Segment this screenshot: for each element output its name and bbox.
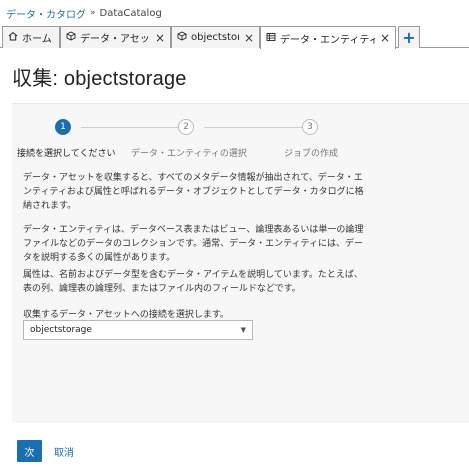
step-connector: [204, 127, 303, 128]
description-paragraph: 属性は、名前およびデータ型を含むデータ・アイテムを説明しています。たとえば、表の…: [23, 270, 363, 294]
cancel-button[interactable]: 取消: [54, 440, 74, 462]
tab-home-label: ホーム: [22, 34, 52, 45]
connection-label: 収集するデータ・アセットへの接続を選択します。: [23, 310, 229, 320]
home-icon: [7, 31, 19, 44]
step-1-indicator[interactable]: 1: [55, 119, 71, 135]
tab-data-entities-label: データ・エンティティ...: [280, 34, 375, 46]
step-2-label: データ・エンティティの選択: [131, 149, 247, 159]
connection-select[interactable]: objectstorage ▼: [23, 320, 253, 340]
close-icon[interactable]: ×: [379, 31, 391, 45]
close-icon[interactable]: ×: [243, 31, 255, 45]
step-connector: [81, 127, 180, 128]
step-1-label: 接続を選択してください: [17, 149, 116, 159]
breadcrumb-current: DataCatalog: [99, 7, 162, 19]
data-asset-icon: [176, 31, 188, 44]
data-entity-icon: [265, 32, 277, 45]
step-2-indicator[interactable]: 2: [178, 119, 194, 135]
add-tab-button[interactable]: +: [398, 26, 420, 48]
tab-objectstorage[interactable]: objectstor... ×: [171, 26, 260, 48]
page-title: 収集: objectstorage: [12, 68, 187, 90]
harvest-wizard-panel: 1 2 3 接続を選択してください データ・エンティティの選択 ジョブの作成 デ…: [12, 103, 469, 423]
tab-objectstorage-label: objectstor...: [191, 32, 239, 43]
tab-data-assets[interactable]: データ・アセット ×: [60, 26, 171, 48]
tab-data-entities[interactable]: データ・エンティティ... ×: [260, 26, 396, 49]
tab-data-assets-label: データ・アセット: [80, 34, 150, 45]
close-icon[interactable]: ×: [154, 31, 166, 45]
connection-select-value: objectstorage: [30, 325, 92, 335]
breadcrumb: データ・カタログ » DataCatalog: [6, 6, 162, 21]
data-asset-icon: [65, 31, 77, 44]
description-paragraph: データ・アセットを収集すると、すべてのメタデータ情報が抽出されて、データ・エンテ…: [23, 173, 364, 211]
wizard-train: 1 2 3 接続を選択してください データ・エンティティの選択 ジョブの作成: [12, 119, 469, 159]
step-3-label: ジョブの作成: [284, 149, 339, 159]
tab-home[interactable]: ホーム: [2, 26, 60, 48]
tab-strip: ホーム データ・アセット × objectstor... × データ・エンティテ…: [0, 26, 469, 49]
next-button[interactable]: 次: [17, 440, 42, 462]
breadcrumb-data-catalog-link[interactable]: データ・カタログ: [6, 6, 86, 21]
breadcrumb-separator: »: [90, 8, 96, 18]
description-paragraph: データ・エンティティは、データベース表またはビュー、論理表あるいは単一の論理ファ…: [23, 225, 364, 263]
chevron-down-icon: ▼: [240, 326, 246, 334]
step-3-indicator[interactable]: 3: [302, 119, 318, 135]
